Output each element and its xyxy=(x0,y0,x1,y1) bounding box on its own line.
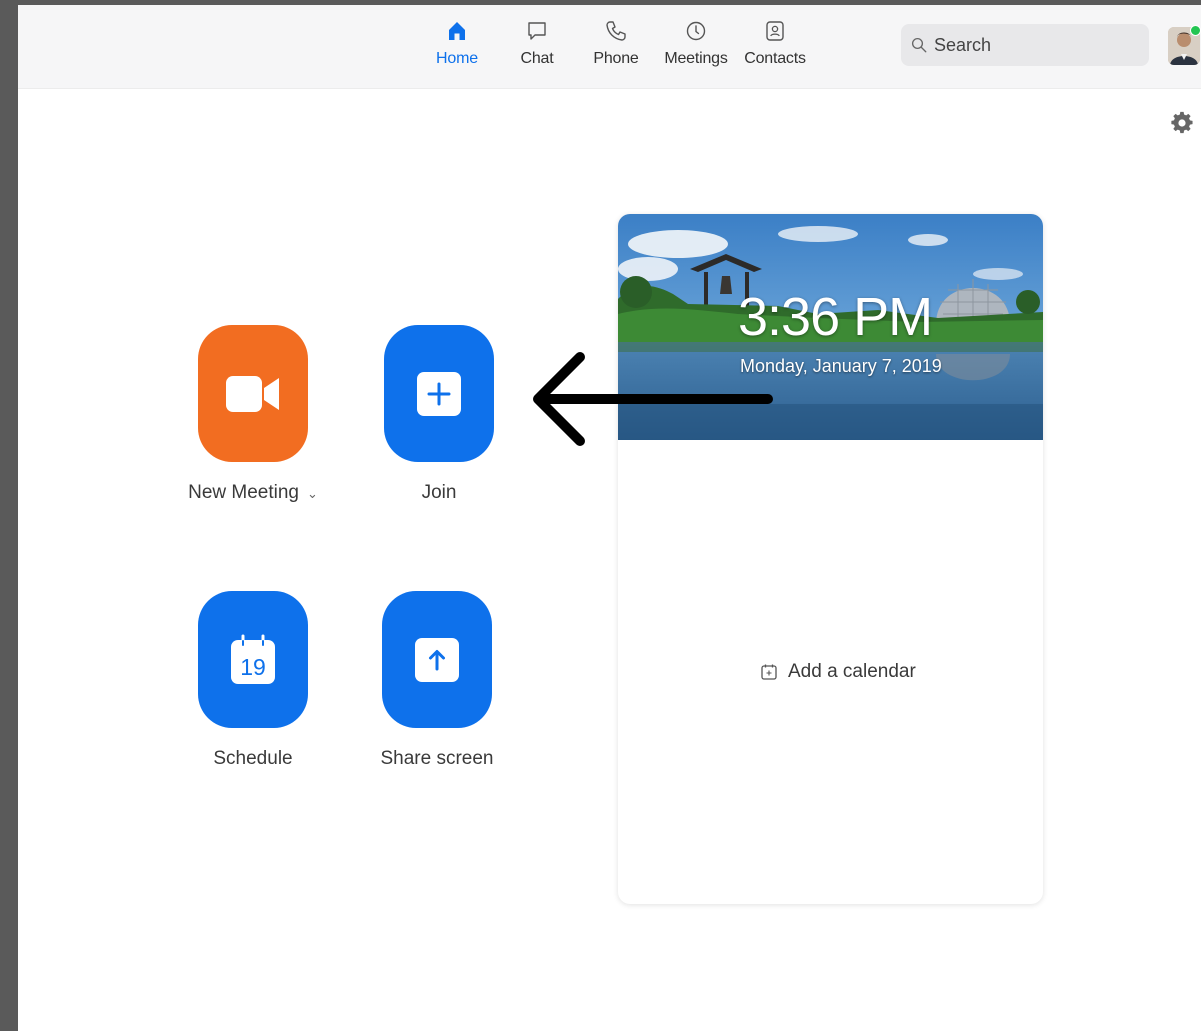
annotation-arrow-icon xyxy=(533,352,773,446)
search-input[interactable] xyxy=(934,34,1134,56)
current-time: 3:36 PM xyxy=(738,287,933,347)
join-button[interactable] xyxy=(384,325,494,462)
tab-meetings[interactable]: Meetings xyxy=(656,19,736,81)
online-status-dot xyxy=(1190,25,1201,36)
tab-phone-label: Phone xyxy=(593,50,639,67)
calendar-icon: 19 xyxy=(231,634,275,684)
calendar-add-icon xyxy=(761,664,777,680)
new-meeting-label-row[interactable]: New Meeting ⌄ xyxy=(188,482,318,504)
new-meeting-label: New Meeting xyxy=(188,482,299,503)
share-screen-label: Share screen xyxy=(380,748,494,769)
schedule-action: 19 Schedule xyxy=(188,591,318,770)
upload-arrow-icon xyxy=(415,637,459,682)
join-label: Join xyxy=(421,482,457,503)
tab-chat-label: Chat xyxy=(520,50,554,67)
calendar-day-number: 19 xyxy=(240,654,266,680)
share-screen-action: Share screen xyxy=(372,591,502,770)
tab-contacts-label: Contacts xyxy=(744,50,806,67)
home-icon xyxy=(449,22,465,40)
tab-phone[interactable]: Phone xyxy=(576,19,656,81)
upcoming-meetings-card: 3:36 PM Monday, January 7, 2019 Add a ca… xyxy=(618,214,1043,904)
clock-icon xyxy=(686,21,706,41)
tab-home-label: Home xyxy=(436,50,478,67)
contacts-icon xyxy=(766,21,784,41)
phone-icon xyxy=(606,21,626,41)
schedule-label: Schedule xyxy=(213,748,293,769)
tab-contacts[interactable]: Contacts xyxy=(735,19,815,81)
top-navigation-bar: Home Chat Phone Meetings Contacts Search xyxy=(18,5,1201,89)
add-calendar-label: Add a calendar xyxy=(788,661,916,682)
search-bar[interactable] xyxy=(901,24,1149,66)
add-calendar-button[interactable]: Add a calendar xyxy=(760,661,916,683)
tab-chat[interactable]: Chat xyxy=(497,19,577,81)
search-icon xyxy=(911,37,927,53)
settings-gear-icon[interactable] xyxy=(1170,111,1194,135)
new-meeting-action: New Meeting ⌄ xyxy=(188,325,318,504)
new-meeting-button[interactable] xyxy=(198,325,308,462)
share-screen-button[interactable] xyxy=(382,591,492,728)
video-camera-icon xyxy=(226,375,279,412)
screen-border-left xyxy=(0,0,18,1031)
join-action: Join xyxy=(374,325,504,504)
zoom-window: Home Chat Phone Meetings Contacts Search… xyxy=(18,5,1201,1031)
tab-meetings-label: Meetings xyxy=(664,50,728,67)
plus-icon xyxy=(417,371,461,416)
chevron-down-icon[interactable]: ⌄ xyxy=(307,486,318,501)
chat-icon xyxy=(528,22,546,40)
schedule-button[interactable]: 19 xyxy=(198,591,308,728)
tab-home[interactable]: Home xyxy=(417,19,497,81)
